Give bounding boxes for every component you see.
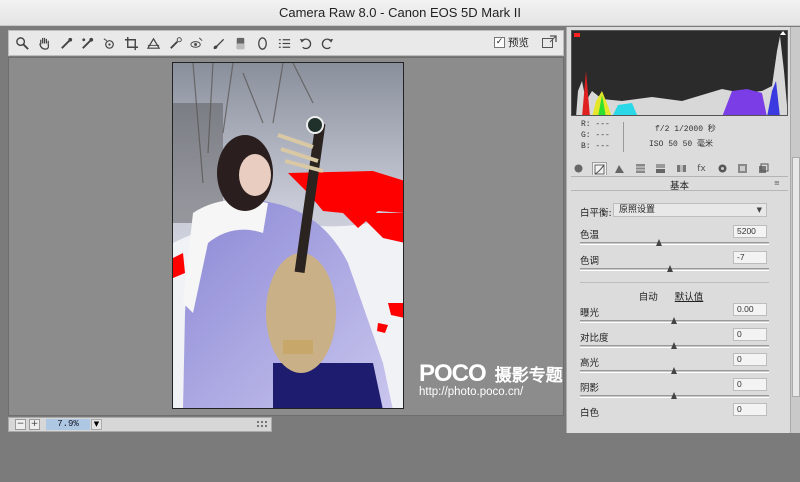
- exposure-label: 曝光: [580, 308, 600, 319]
- tab-presets[interactable]: [735, 162, 750, 175]
- exposure-value[interactable]: 0.00: [733, 303, 767, 316]
- zoom-out-button[interactable]: −: [15, 419, 26, 430]
- rotate-ccw-icon[interactable]: [295, 33, 316, 53]
- zoom-level[interactable]: 7.9%: [46, 419, 90, 430]
- info-divider: [623, 122, 624, 152]
- b-readout: B: ---: [581, 142, 610, 151]
- tab-effects[interactable]: fx: [694, 162, 709, 175]
- contrast-label: 对比度: [580, 333, 609, 344]
- slider-knob[interactable]: [671, 392, 677, 399]
- tab-hsl[interactable]: [633, 162, 648, 175]
- exposure-slider[interactable]: [580, 317, 769, 324]
- slider-knob[interactable]: [655, 239, 662, 246]
- aperture-shutter: f/2 1/2000 秒: [655, 125, 716, 134]
- tab-split-toning[interactable]: [653, 162, 668, 175]
- highlights-value[interactable]: 0: [733, 353, 767, 366]
- panel-scrollbar[interactable]: [790, 27, 800, 433]
- preview-label: 预览: [508, 37, 529, 49]
- slider-knob[interactable]: [671, 342, 677, 349]
- divider: [571, 190, 788, 191]
- adjustment-brush-icon[interactable]: [208, 33, 229, 53]
- shadows-value[interactable]: 0: [733, 378, 767, 391]
- color-sampler-icon[interactable]: [77, 33, 98, 53]
- shadows-slider[interactable]: [580, 392, 769, 399]
- highlights-slider[interactable]: [580, 367, 769, 374]
- tab-tone-curve[interactable]: [591, 162, 607, 175]
- white-balance-label: 白平衡:: [580, 208, 612, 219]
- watermark-text: 摄影专题: [494, 366, 563, 386]
- temperature-label: 色温: [580, 230, 600, 241]
- tab-detail[interactable]: [612, 162, 627, 175]
- straighten-tool-icon[interactable]: [143, 33, 164, 53]
- tab-snapshots[interactable]: [756, 162, 771, 175]
- status-bar: − + 7.9% ▼: [8, 417, 272, 432]
- whites-label: 白色: [580, 408, 600, 419]
- default-button[interactable]: 默认值: [675, 292, 704, 303]
- white-balance-value: 原照设置: [619, 205, 656, 215]
- right-panel: R: --- G: --- B: --- f/2 1/2000 秒 ISO 50…: [566, 27, 800, 433]
- radial-filter-icon[interactable]: [252, 33, 273, 53]
- resize-grip-icon[interactable]: [257, 421, 267, 428]
- red-eye-icon[interactable]: [186, 33, 207, 53]
- r-readout: R: ---: [581, 120, 610, 129]
- targeted-adjustment-icon[interactable]: [99, 33, 120, 53]
- contrast-slider[interactable]: [580, 342, 769, 349]
- graduated-filter-icon[interactable]: [230, 33, 251, 53]
- divider: [580, 282, 769, 283]
- chevron-down-icon: ▼: [756, 206, 762, 214]
- rotate-cw-icon[interactable]: [317, 33, 338, 53]
- spot-removal-icon[interactable]: [165, 33, 186, 53]
- auto-button[interactable]: 自动: [639, 292, 658, 303]
- slider-knob[interactable]: [667, 265, 674, 272]
- tint-value[interactable]: -7: [733, 251, 767, 264]
- temperature-slider[interactable]: [580, 239, 769, 246]
- fullscreen-icon[interactable]: [541, 35, 557, 51]
- tint-label: 色调: [580, 256, 600, 267]
- tab-lens[interactable]: [674, 162, 689, 175]
- iso-focal: ISO 50 50 毫米: [649, 140, 714, 149]
- whites-value[interactable]: 0: [733, 403, 767, 416]
- highlights-label: 高光: [580, 358, 600, 369]
- photo-preview: [172, 62, 404, 409]
- auto-default-row: 自动 默认值: [571, 289, 771, 303]
- shadows-label: 阴影: [580, 383, 600, 394]
- g-readout: G: ---: [581, 131, 610, 140]
- image-canvas[interactable]: POCO 摄影专题 http://photo.poco.cn/: [8, 57, 564, 416]
- panel-menu-icon[interactable]: ≡: [774, 179, 780, 187]
- watermark: POCO 摄影专题 http://photo.poco.cn/: [419, 360, 563, 398]
- contrast-value[interactable]: 0: [733, 328, 767, 341]
- tint-slider[interactable]: [580, 265, 769, 272]
- slider-knob[interactable]: [671, 367, 677, 374]
- temperature-value[interactable]: 5200: [733, 225, 767, 238]
- tab-camera-calibration[interactable]: [715, 162, 730, 175]
- toolbar: ✓ 预览: [8, 30, 564, 56]
- zoom-dropdown-icon[interactable]: ▼: [91, 419, 102, 430]
- info-readout: R: --- G: --- B: --- f/2 1/2000 秒 ISO 50…: [573, 120, 785, 156]
- zoom-tool-icon[interactable]: [12, 33, 33, 53]
- window-title: Camera Raw 8.0 - Canon EOS 5D Mark II: [278, 5, 522, 20]
- checkbox-check-icon: ✓: [494, 37, 505, 48]
- slider-knob[interactable]: [671, 317, 677, 324]
- hand-tool-icon[interactable]: [34, 33, 55, 53]
- scrollbar-thumb[interactable]: [792, 157, 800, 397]
- watermark-logo: POCO: [419, 360, 487, 387]
- background-area: [0, 433, 800, 482]
- panel-tabs: fx: [571, 161, 788, 177]
- preferences-icon[interactable]: [274, 33, 295, 53]
- white-balance-select[interactable]: 原照设置 ▼: [613, 203, 767, 217]
- histogram: [571, 30, 788, 116]
- preview-checkbox[interactable]: ✓ 预览: [494, 35, 529, 50]
- title-bar: Camera Raw 8.0 - Canon EOS 5D Mark II: [0, 0, 800, 26]
- camera-raw-window: Camera Raw 8.0 - Canon EOS 5D Mark II ✓ …: [0, 0, 800, 482]
- zoom-in-button[interactable]: +: [29, 419, 40, 430]
- tab-basic[interactable]: [571, 162, 586, 175]
- crop-tool-icon[interactable]: [121, 33, 142, 53]
- white-balance-tool-icon[interactable]: [56, 33, 77, 53]
